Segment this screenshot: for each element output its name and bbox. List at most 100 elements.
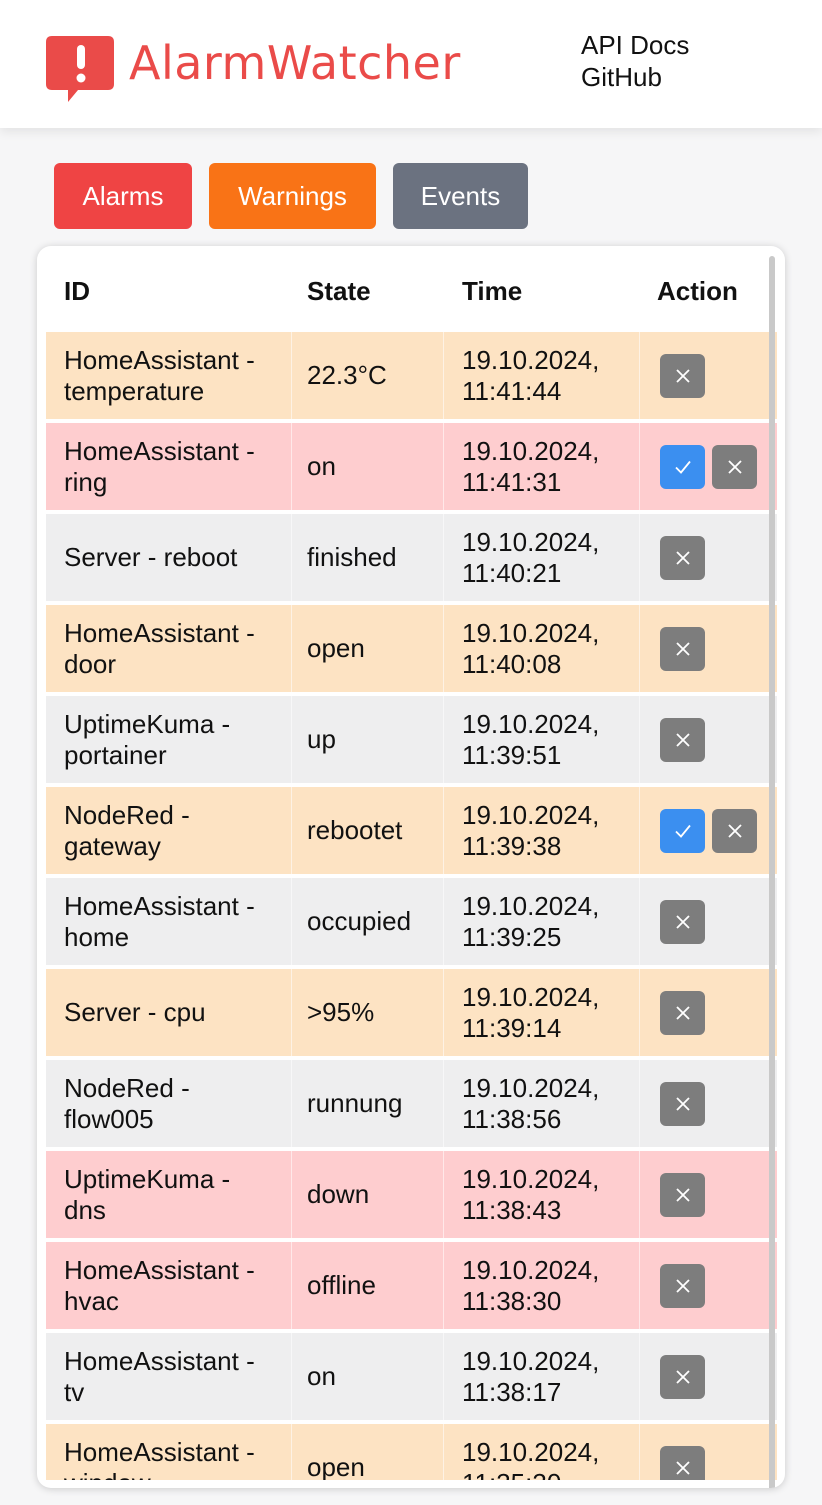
- close-icon: [675, 1460, 690, 1475]
- close-icon: [675, 914, 690, 929]
- column-divider: [639, 514, 640, 601]
- dismiss-button[interactable]: [660, 717, 705, 762]
- close-icon: [675, 550, 690, 565]
- alarm-bubble-icon: [46, 36, 114, 102]
- cell-action: [660, 1151, 777, 1238]
- close-icon: [675, 1278, 690, 1293]
- cell-time: 19.10.2024,11:35:30: [462, 1424, 642, 1481]
- alarm-id-text: tv: [64, 1376, 85, 1407]
- alarm-id-text: gateway: [64, 830, 161, 861]
- alarm-id-text: NodeRed -: [64, 799, 190, 830]
- app-title: AlarmWatcher: [129, 36, 461, 90]
- cell-action: [660, 332, 777, 419]
- alarm-time-text: 19.10.2024,: [462, 617, 600, 648]
- cell-id: UptimeKuma - dns: [64, 1151, 304, 1238]
- logo[interactable]: [46, 34, 116, 104]
- close-icon: [675, 1096, 690, 1111]
- column-divider: [639, 969, 640, 1056]
- tab-alarms[interactable]: Alarms: [54, 163, 192, 229]
- check-icon: [674, 824, 691, 838]
- dismiss-button[interactable]: [660, 1172, 705, 1217]
- close-icon: [675, 1187, 690, 1202]
- alarm-time-text: 11:38:56: [462, 1103, 562, 1134]
- table-scrollbar[interactable]: [769, 256, 775, 1488]
- column-divider: [443, 696, 444, 783]
- cell-state: open: [307, 605, 457, 692]
- table-row: HomeAssistant - hvac offline 19.10.2024, 11:…: [46, 1242, 777, 1329]
- dismiss-button[interactable]: [660, 1354, 705, 1399]
- alarm-time-text: 11:40:08: [462, 648, 562, 679]
- column-divider: [291, 878, 292, 965]
- alarm-time-text: 11:39:38: [462, 830, 562, 861]
- alarm-id-text: portainer: [64, 739, 167, 770]
- cell-time: 19.10.2024, 11:40:21: [462, 514, 642, 601]
- table-row: NodeRed - flow005 runnung 19.10.2024, 11:38:…: [46, 1060, 777, 1147]
- alarm-time-text: 19.10.2024,: [462, 1254, 600, 1285]
- alarm-id-text: HomeAssistant -: [64, 1254, 255, 1285]
- nav-link-api-docs[interactable]: API Docs: [581, 29, 689, 61]
- cell-action: [660, 423, 777, 510]
- cell-id: NodeRed - flow005: [64, 1060, 304, 1147]
- cell-id: Server - reboot: [64, 514, 304, 601]
- dismiss-button[interactable]: [660, 1445, 705, 1480]
- alarm-state-text: on: [307, 1361, 336, 1391]
- tab-events[interactable]: Events: [393, 163, 528, 229]
- dismiss-button[interactable]: [660, 535, 705, 580]
- dismiss-button[interactable]: [660, 353, 705, 398]
- alarm-state-text: open: [307, 633, 365, 663]
- alarm-id-text: NodeRed -: [64, 1072, 190, 1103]
- alarm-state-text: open: [307, 1452, 365, 1480]
- alarm-state-text: >95%: [307, 997, 375, 1027]
- dismiss-button[interactable]: [660, 626, 705, 671]
- dismiss-button[interactable]: [712, 444, 757, 489]
- dismiss-button[interactable]: [660, 990, 705, 1035]
- cell-id: HomeAssistant - hvac: [64, 1242, 304, 1329]
- alarm-id-text: window: [64, 1468, 255, 1481]
- alarm-table[interactable]: ID State Time Action HomeAssistant - temp…: [46, 246, 777, 1480]
- column-divider: [291, 423, 292, 510]
- cell-action: [660, 696, 777, 783]
- alarm-time-text: 11:41:44: [462, 375, 562, 406]
- alarm-state-text: down: [307, 1179, 370, 1209]
- acknowledge-button[interactable]: [660, 444, 705, 489]
- nav-link-github[interactable]: GitHub: [581, 61, 689, 93]
- alarm-id-text: dns: [64, 1194, 106, 1225]
- dismiss-button[interactable]: [660, 899, 705, 944]
- alarm-state-text: finished: [307, 542, 397, 572]
- cell-id: HomeAssistant -window: [64, 1424, 304, 1481]
- cell-time: 19.10.2024, 11:38:30: [462, 1242, 642, 1329]
- alarm-time-text: 11:39:25: [462, 921, 562, 952]
- column-divider: [639, 696, 640, 783]
- alarm-id-text: HomeAssistant -: [64, 435, 255, 466]
- dismiss-button[interactable]: [660, 1081, 705, 1126]
- alarm-time-text: 11:38:43: [462, 1194, 562, 1225]
- check-icon: [674, 460, 691, 474]
- alarm-state-text: offline: [307, 1270, 376, 1300]
- alarm-id-text: ring: [64, 466, 108, 497]
- acknowledge-button[interactable]: [660, 808, 705, 853]
- dismiss-button[interactable]: [660, 1263, 705, 1308]
- column-header-state: State: [307, 276, 371, 306]
- column-divider: [291, 969, 292, 1056]
- cell-state: up: [307, 696, 457, 783]
- column-divider: [639, 605, 640, 692]
- cell-action: [660, 969, 777, 1056]
- column-divider: [291, 332, 292, 419]
- column-divider: [291, 1242, 292, 1329]
- dismiss-button[interactable]: [712, 808, 757, 853]
- alarm-state-text: on: [307, 451, 336, 481]
- cell-id: UptimeKuma - portainer: [64, 696, 304, 783]
- table-row: HomeAssistant -windowopen 19.10.2024,11:3…: [46, 1424, 777, 1480]
- tab-warnings[interactable]: Warnings: [209, 163, 376, 229]
- table-row: HomeAssistant - home occupied 19.10.2024, 11…: [46, 878, 777, 965]
- cell-id: HomeAssistant - temperature: [64, 332, 304, 419]
- alarm-time-text: 19.10.2024,: [462, 890, 600, 921]
- alarm-id-text: hvac: [64, 1285, 119, 1316]
- close-icon: [675, 732, 690, 747]
- cell-time: 19.10.2024, 11:40:08: [462, 605, 642, 692]
- cell-time: 19.10.2024, 11:38:56: [462, 1060, 642, 1147]
- close-icon: [675, 368, 690, 383]
- table-header: ID State Time Action: [46, 246, 777, 332]
- column-divider: [291, 787, 292, 874]
- alarm-time-text: 11:39:51: [462, 739, 562, 770]
